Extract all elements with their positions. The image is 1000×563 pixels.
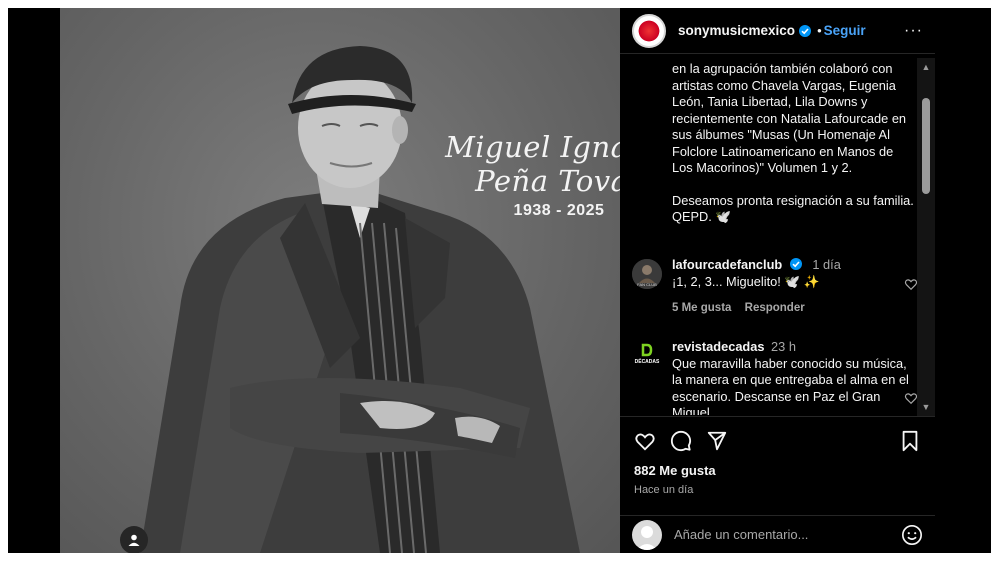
account-avatar[interactable] (632, 13, 666, 48)
comment-icon[interactable] (670, 430, 692, 452)
post-modal: Miguel Ignacio Peña Tovar 1938 - 2025 so… (8, 8, 991, 553)
comments-list[interactable]: en la agrupación también colaboró con ar… (620, 55, 935, 415)
scrollbar-thumb[interactable] (922, 98, 930, 194)
commenter-avatar[interactable]: DÉCADAS (632, 341, 662, 371)
reply-button[interactable]: Responder (745, 302, 805, 314)
user-tag-button[interactable] (120, 526, 148, 553)
portrait-figure (140, 46, 580, 553)
commenter-avatar[interactable]: FAN CLUB (632, 259, 662, 289)
sony-logo-icon (637, 18, 661, 43)
caption-paragraph: en la agrupación también colaboró con ar… (672, 61, 907, 175)
bookmark-icon[interactable] (899, 430, 921, 452)
overlay-years: 1938 - 2025 (513, 202, 605, 219)
current-user-avatar (632, 519, 662, 550)
likes-count[interactable]: 882 Me gusta (634, 463, 921, 478)
memorial-overlay: Miguel Ignacio Peña Tovar 1938 - 2025 (444, 130, 628, 220)
post-header: sonymusicmexico • Seguir ··· (620, 8, 935, 54)
comment-time: 1 día (812, 257, 841, 272)
heart-icon[interactable] (904, 277, 918, 291)
comment-item: DÉCADAS revistadecadas 23 h Que maravill… (632, 339, 918, 416)
heart-icon[interactable] (634, 430, 656, 452)
comment-item: FAN CLUB lafourcadefanclub 1 día ¡1, 2, … (632, 257, 918, 317)
comment-text: Que maravilla haber conocido su música, … (672, 355, 909, 416)
more-options-icon[interactable]: ··· (904, 22, 923, 40)
user-tag-icon (128, 534, 140, 546)
avatar-caption: FAN CLUB (637, 282, 657, 287)
comment-username[interactable]: lafourcadefanclub (672, 257, 782, 272)
scroll-up-icon[interactable]: ▲ (917, 58, 935, 76)
avatar-caption: DÉCADAS (635, 357, 660, 365)
verified-icon (789, 258, 802, 270)
overlay-name-line1: Miguel Ignacio (445, 130, 628, 164)
scroll-down-icon[interactable]: ▼ (917, 398, 935, 416)
caption-paragraph: Deseamos pronta resignación a su familia… (672, 192, 914, 225)
comment-username[interactable]: revistadecadas (672, 339, 764, 354)
header-separator: • (817, 23, 822, 38)
heart-icon[interactable] (904, 391, 918, 405)
account-username[interactable]: sonymusicmexico (678, 23, 795, 38)
overlay-name-line2: Peña Tovar (475, 164, 628, 198)
emoji-icon[interactable] (901, 524, 923, 546)
add-comment-bar (620, 515, 935, 553)
post-caption: en la agrupación también colaboró con ar… (672, 61, 917, 226)
share-icon[interactable] (706, 430, 728, 452)
post-actions: 882 Me gusta Hace un día (620, 416, 935, 496)
follow-button[interactable]: Seguir (824, 23, 866, 38)
comments-scrollbar[interactable]: ▲ ▼ (917, 58, 935, 416)
comment-input[interactable] (674, 527, 901, 542)
comment-text: ¡1, 2, 3... Miguelito! 🕊️ ✨ (672, 273, 820, 289)
post-photo[interactable]: Miguel Ignacio Peña Tovar 1938 - 2025 (60, 8, 628, 553)
comment-likes[interactable]: 5 Me gusta (672, 302, 731, 314)
post-time-ago: Hace un día (634, 484, 694, 496)
post-side-panel: sonymusicmexico • Seguir ··· en la agrup… (620, 8, 935, 553)
verified-icon (799, 24, 812, 37)
comment-time: 23 h (771, 339, 796, 354)
